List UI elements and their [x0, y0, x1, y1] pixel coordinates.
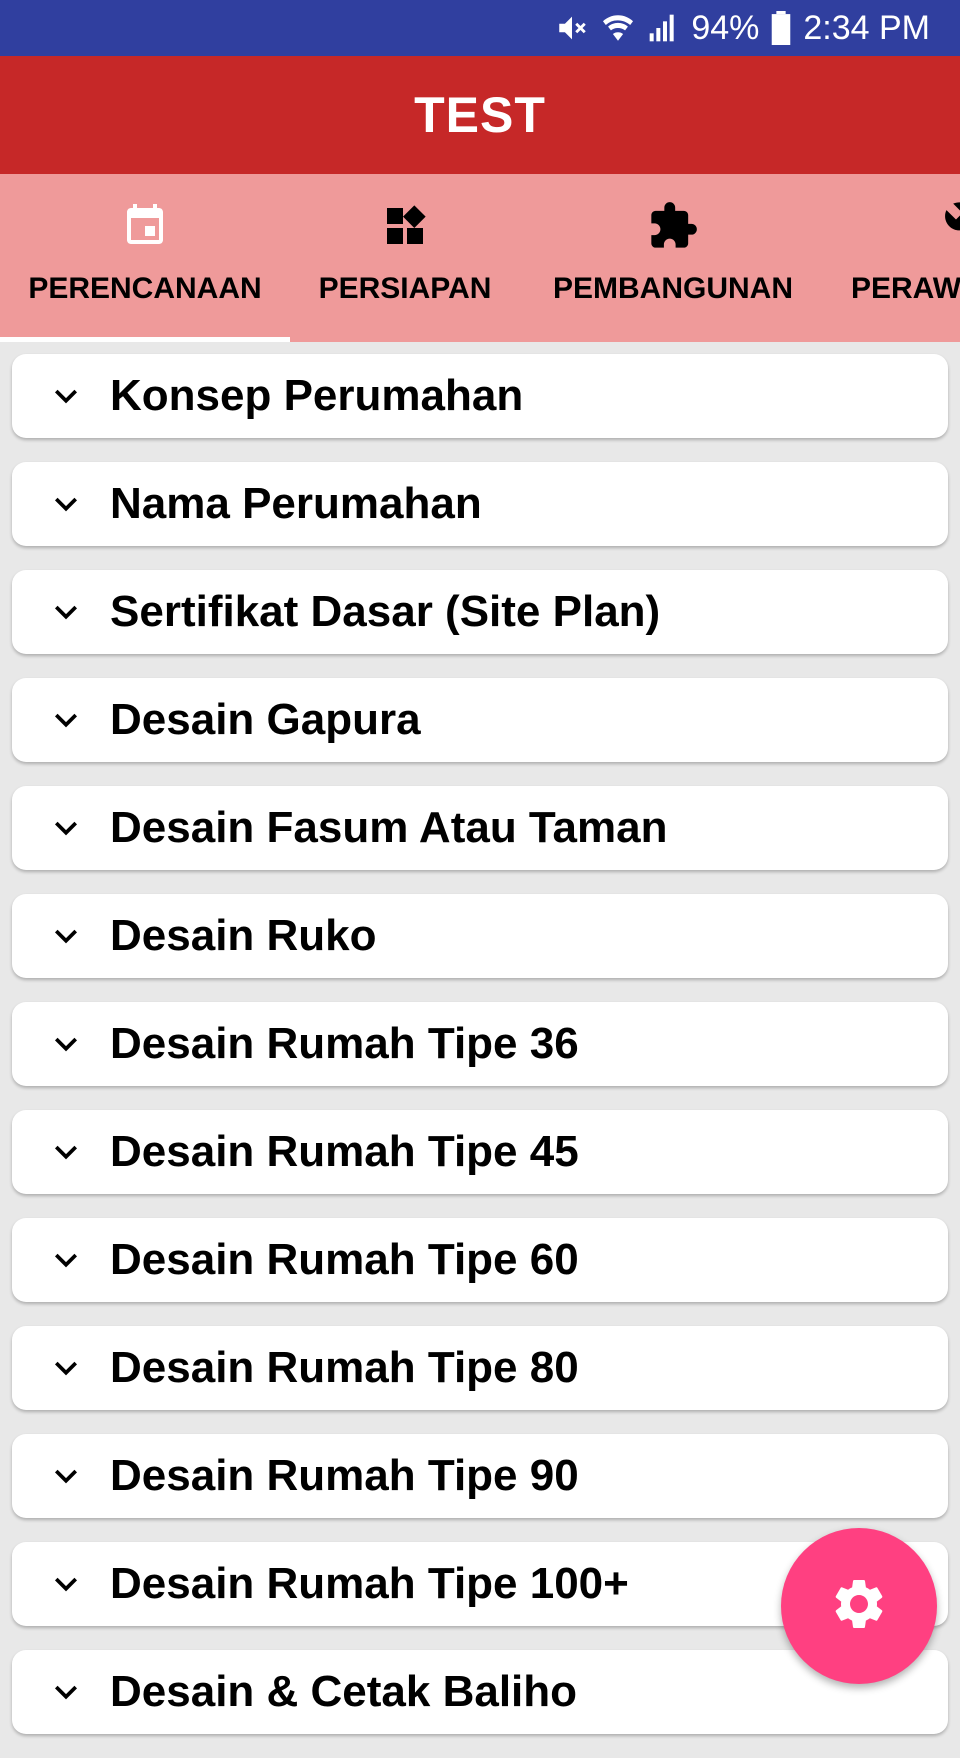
app-bar: TEST — [0, 56, 960, 174]
tab-label: PERAW — [851, 272, 960, 305]
list-item[interactable]: Konsep Perumahan — [12, 354, 948, 438]
list-item-label: Nama Perumahan — [110, 479, 482, 528]
chevron-down-icon — [26, 1130, 106, 1174]
calendar-icon — [121, 200, 169, 252]
tab-perencanaan[interactable]: PERENCANAAN — [0, 174, 290, 342]
chevron-down-icon — [26, 806, 106, 850]
chevron-down-icon — [26, 914, 106, 958]
wrench-icon — [943, 200, 960, 252]
chevron-down-icon — [26, 1562, 106, 1606]
settings-fab[interactable] — [781, 1528, 937, 1684]
clock: 2:34 PM — [803, 8, 930, 47]
tab-label: PERSIAPAN — [318, 272, 492, 305]
widgets-icon — [381, 200, 429, 252]
list-item[interactable]: Desain Rumah Tipe 60 — [12, 1218, 948, 1302]
chevron-down-icon — [26, 1454, 106, 1498]
list-item-label: Desain Rumah Tipe 60 — [110, 1235, 579, 1284]
tab-perawatan[interactable]: PERAW — [826, 174, 960, 342]
chevron-down-icon — [26, 482, 106, 526]
tab-bar: PERENCANAAN PERSIAPAN PEMBANGUNAN PERAW — [0, 174, 960, 342]
tab-label: PEMBANGUNAN — [553, 272, 793, 305]
tab-indicator — [0, 337, 290, 342]
list-item[interactable]: Desain Rumah Tipe 45 — [12, 1110, 948, 1194]
tab-persiapan[interactable]: PERSIAPAN — [290, 174, 520, 342]
list-item-label: Desain Rumah Tipe 90 — [110, 1451, 579, 1500]
tab-label: PERENCANAAN — [28, 272, 262, 305]
tab-pembangunan[interactable]: PEMBANGUNAN — [520, 174, 826, 342]
list-item-label: Konsep Perumahan — [110, 371, 524, 420]
app-title: TEST — [414, 87, 546, 143]
list-item[interactable]: Sertifikat Dasar (Site Plan) — [12, 570, 948, 654]
list-item-label: Desain Fasum Atau Taman — [110, 803, 668, 852]
list-item-label: Desain Rumah Tipe 45 — [110, 1127, 579, 1176]
list-item-label: Desain Gapura — [110, 695, 421, 744]
list-item-label: Desain Ruko — [110, 911, 377, 960]
list-item[interactable]: Desain Gapura — [12, 678, 948, 762]
list-item[interactable]: Desain Rumah Tipe 90 — [12, 1434, 948, 1518]
battery-icon — [771, 11, 791, 45]
puzzle-icon — [647, 200, 699, 252]
gear-icon — [829, 1574, 889, 1639]
chevron-down-icon — [26, 1238, 106, 1282]
list-item[interactable]: Desain Rumah Tipe 36 — [12, 1002, 948, 1086]
list-item-label: Sertifikat Dasar (Site Plan) — [110, 587, 661, 636]
list-item-label: Desain Rumah Tipe 100+ — [110, 1559, 629, 1608]
list-item[interactable]: Desain Ruko — [12, 894, 948, 978]
list-item[interactable]: Nama Perumahan — [12, 462, 948, 546]
chevron-down-icon — [26, 590, 106, 634]
list-item-label: Desain Rumah Tipe 80 — [110, 1343, 579, 1392]
chevron-down-icon — [26, 698, 106, 742]
list-item[interactable]: Desain Fasum Atau Taman — [12, 786, 948, 870]
mute-icon — [555, 11, 589, 45]
wifi-icon — [601, 11, 635, 45]
chevron-down-icon — [26, 374, 106, 418]
list-item-label: Desain & Cetak Baliho — [110, 1667, 578, 1716]
chevron-down-icon — [26, 1022, 106, 1066]
status-bar: 94% 2:34 PM — [0, 0, 960, 56]
chevron-down-icon — [26, 1670, 106, 1714]
battery-percent: 94% — [691, 8, 760, 47]
list-item-label: Desain Rumah Tipe 36 — [110, 1019, 579, 1068]
chevron-down-icon — [26, 1346, 106, 1390]
signal-icon — [647, 12, 679, 44]
list-item[interactable]: Desain Rumah Tipe 80 — [12, 1326, 948, 1410]
